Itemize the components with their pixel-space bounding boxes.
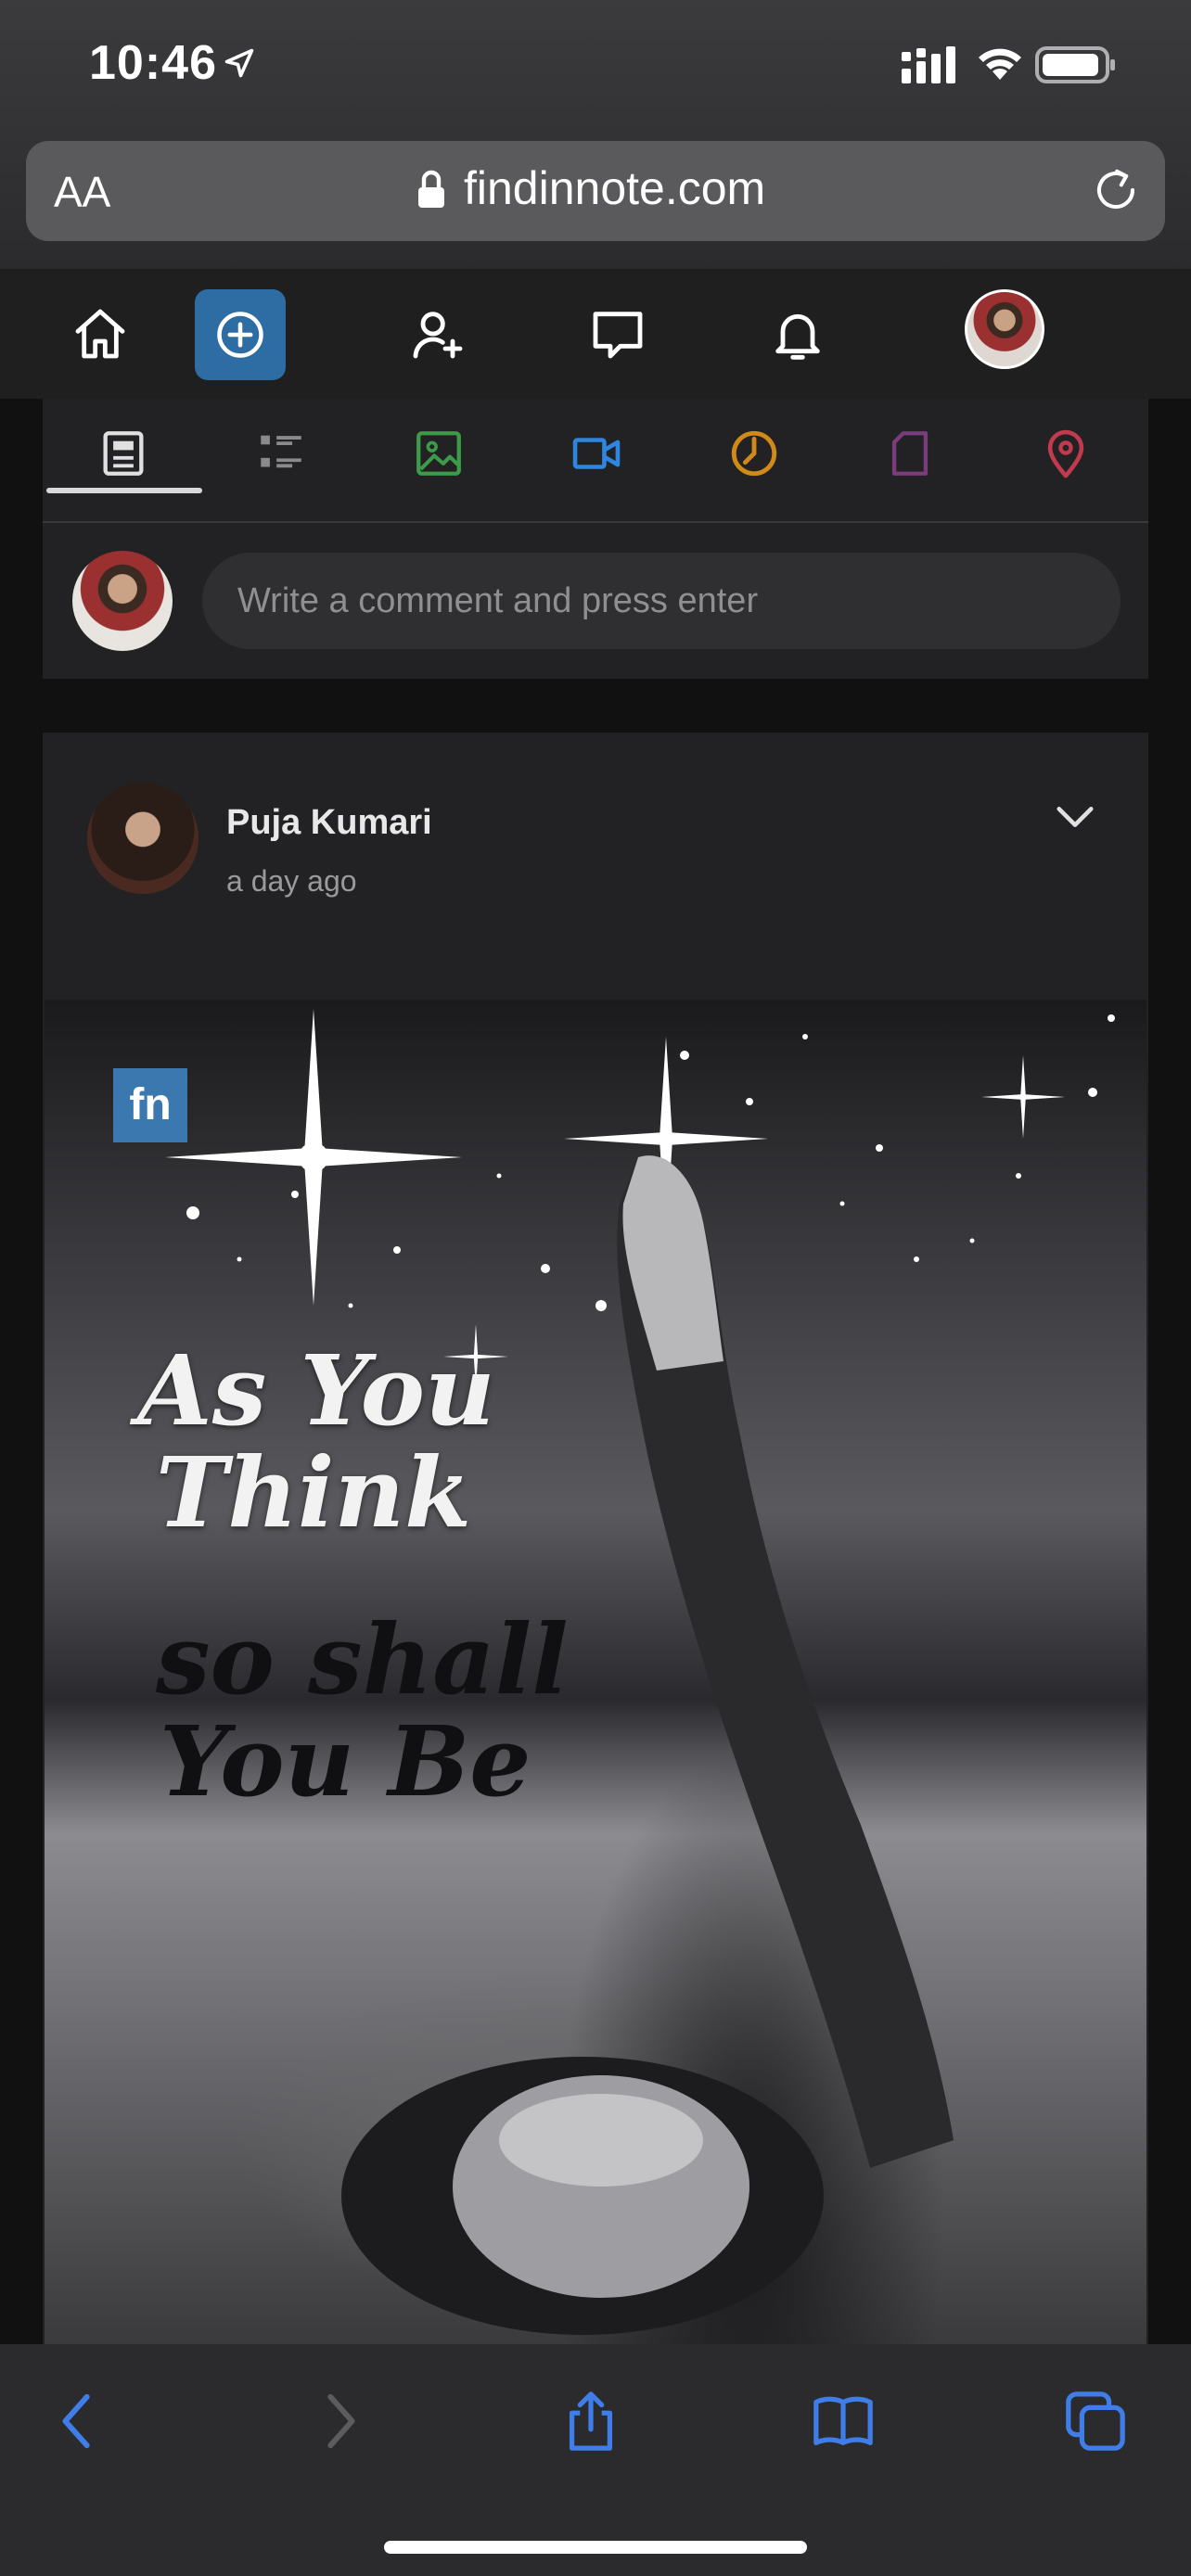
home-icon[interactable]: [70, 304, 130, 363]
text-size-button[interactable]: AA: [54, 167, 110, 217]
reload-icon[interactable]: [1091, 165, 1141, 215]
add-friend-icon[interactable]: [408, 304, 467, 363]
text-size-label: AA: [54, 168, 111, 216]
url-text[interactable]: findinnote.com: [464, 161, 765, 215]
poll-icon[interactable]: [727, 427, 781, 480]
active-tab-indicator: [46, 488, 202, 493]
post-author-name[interactable]: Puja Kumari: [226, 803, 432, 843]
site-nav-bar: [0, 269, 1191, 399]
post-card: Puja Kumari a day ago fn As You Think so…: [43, 733, 1148, 2346]
wifi-icon: [979, 48, 1021, 80]
comment-avatar: [72, 551, 173, 651]
post-composer: [43, 399, 1148, 679]
list-icon[interactable]: [254, 427, 308, 480]
quote-line-2: Think: [156, 1435, 472, 1549]
forward-icon[interactable]: [306, 2389, 371, 2454]
comment-input[interactable]: [202, 553, 1121, 649]
chevron-down-icon[interactable]: [1054, 797, 1096, 835]
cellular-signal-icon: [902, 46, 955, 83]
quote-line-4: You Be: [160, 1704, 531, 1818]
compose-icon: [217, 312, 263, 358]
video-icon[interactable]: [570, 427, 623, 480]
post-timestamp: a day ago: [226, 864, 357, 898]
tabs-icon[interactable]: [1063, 2389, 1128, 2454]
lock-icon: [418, 170, 444, 208]
address-bar[interactable]: AA findinnote.com: [26, 141, 1165, 241]
findinnote-logo: fn: [113, 1068, 187, 1142]
create-post-button[interactable]: [195, 289, 286, 380]
location-arrow-icon: [224, 48, 254, 78]
post-image[interactable]: fn As You Think so shall You Be: [45, 1000, 1146, 2346]
composer-divider: [43, 521, 1148, 523]
home-indicator: [384, 2541, 807, 2554]
messages-icon[interactable]: [588, 304, 647, 363]
image-icon[interactable]: [412, 427, 466, 480]
location-icon[interactable]: [1039, 427, 1093, 480]
back-icon[interactable]: [46, 2389, 111, 2454]
battery-icon: [1035, 46, 1115, 83]
quote-line-1: As You: [137, 1333, 495, 1447]
quote-line-3: so shall: [156, 1602, 569, 1716]
bookmarks-icon[interactable]: [811, 2389, 876, 2454]
notifications-icon[interactable]: [768, 304, 827, 363]
share-icon[interactable]: [558, 2389, 623, 2454]
browser-top-chrome: 10:46 AA findinnote.com: [0, 0, 1191, 269]
document-icon[interactable]: [883, 427, 937, 480]
status-time: 10:46: [89, 36, 217, 90]
profile-avatar[interactable]: [965, 289, 1044, 369]
status-bar: 10:46: [0, 0, 1191, 130]
post-author-avatar[interactable]: [87, 783, 198, 894]
post-icon[interactable]: [96, 427, 150, 480]
woman-face: [341, 2057, 824, 2335]
